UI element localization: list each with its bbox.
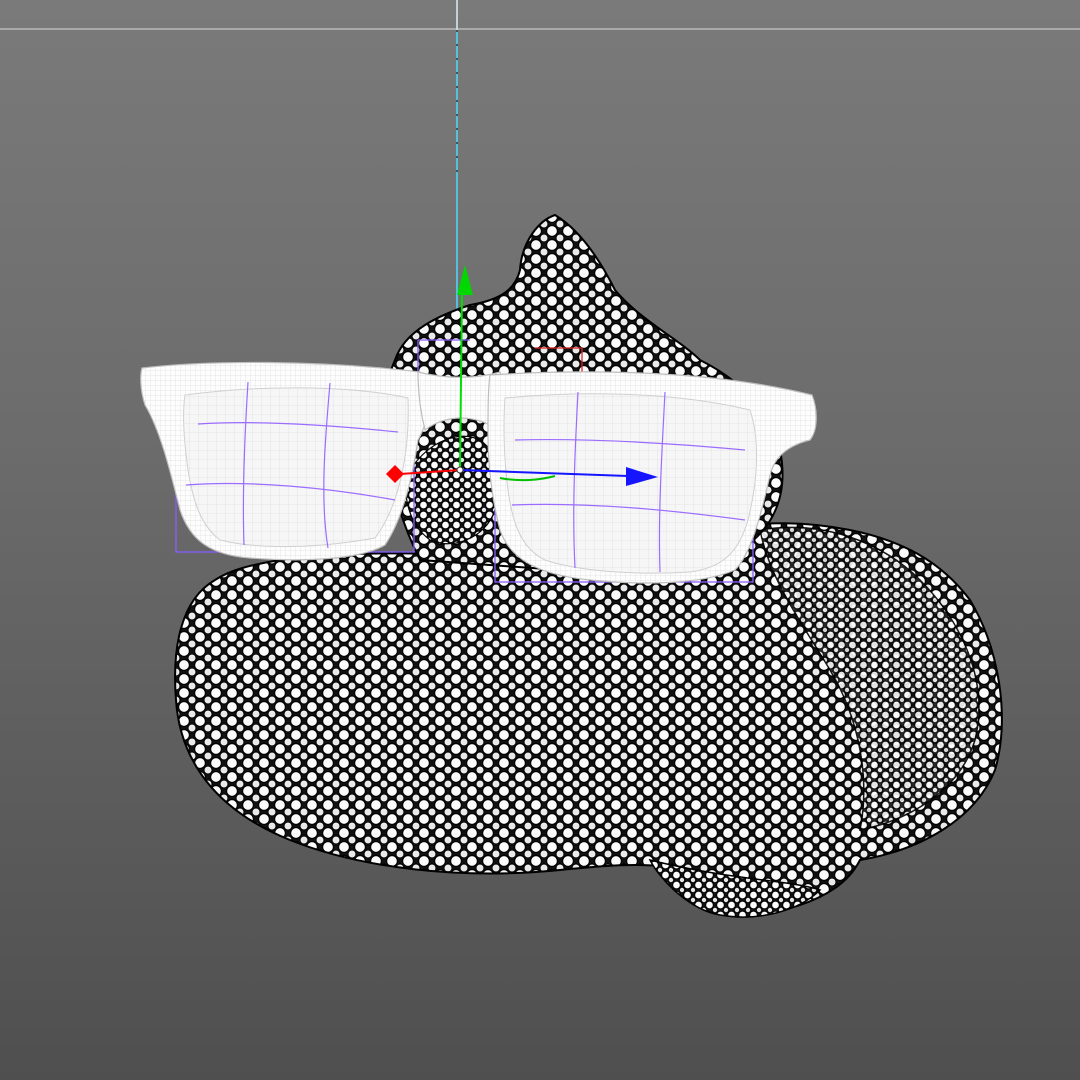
3d-viewport[interactable] xyxy=(0,0,1080,1080)
gizmo-center[interactable] xyxy=(456,466,464,474)
y-axis-arrow-icon[interactable] xyxy=(457,265,473,295)
viewport-scene[interactable] xyxy=(0,0,1080,1080)
